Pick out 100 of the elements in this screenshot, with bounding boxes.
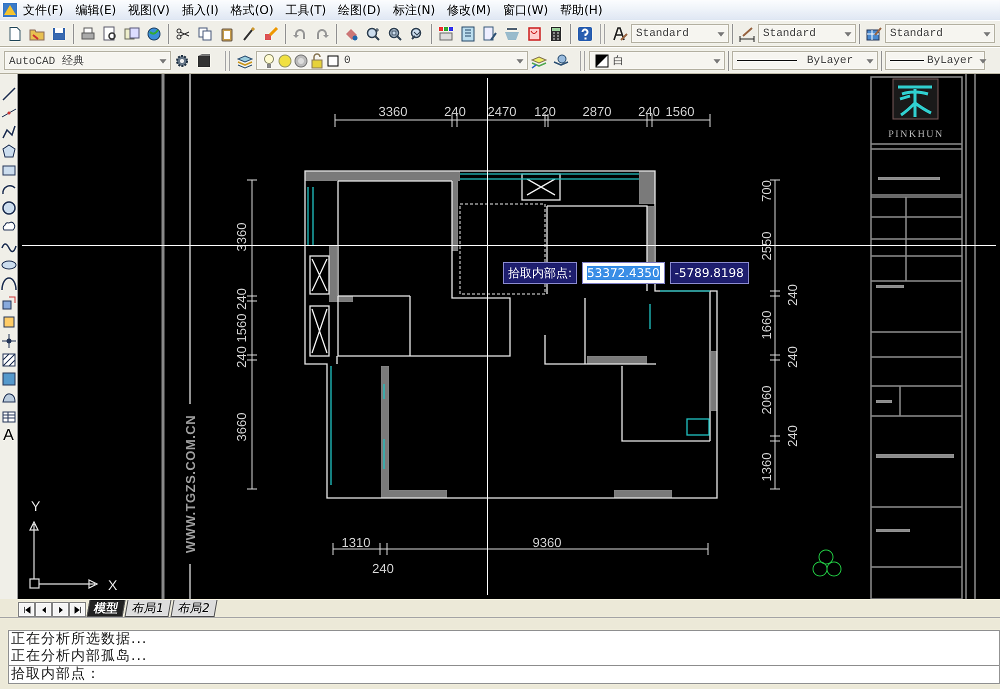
brush-icon (241, 26, 257, 42)
layout-tab[interactable]: 布局2 (170, 600, 217, 617)
application-logo-icon (2, 2, 18, 18)
gear-icon (174, 52, 190, 68)
dimension-label: 1560 (666, 104, 694, 119)
lock-icon (309, 52, 325, 68)
dimension-label: 1360 (759, 452, 774, 482)
first-arrow-icon (22, 604, 32, 614)
printer-icon (80, 26, 96, 42)
globe-icon (146, 26, 162, 42)
dimension-label: 700 (759, 180, 774, 202)
dimension-label: 3660 (234, 412, 249, 442)
brand-label: PINKHUN (888, 129, 944, 140)
question-mark-icon (577, 26, 593, 42)
cloud-sheet-icon (526, 26, 542, 42)
lightbulb-icon (261, 52, 277, 68)
circle-tool-button[interactable] (0, 200, 16, 216)
menu-item[interactable]: 工具(T) (280, 2, 334, 18)
point-tool-button[interactable] (0, 333, 16, 349)
first-layout-button[interactable] (18, 602, 35, 617)
menu-item[interactable]: 修改(M) (442, 2, 498, 18)
color-dropdown[interactable]: 白 (589, 51, 725, 70)
menu-item[interactable]: 标注(N) (388, 2, 442, 18)
clipboard-icon (219, 26, 235, 42)
next-layout-button[interactable] (52, 602, 69, 617)
north-symbol-icon (812, 550, 842, 576)
circle-icon (0, 200, 16, 216)
block-tool-button[interactable] (0, 295, 16, 311)
previous-layout-button[interactable] (35, 602, 52, 617)
command-history-line: 正在分析内部孤岛... (10, 648, 148, 665)
workspace-dropdown[interactable]: AutoCAD 经典 (4, 51, 171, 70)
frame-text: WWW.TGZS.COM.CN (183, 414, 198, 554)
menu-item[interactable]: 帮助(H) (555, 2, 610, 18)
layer-dropdown[interactable]: 0 (256, 51, 528, 70)
menu-item[interactable]: 窗口(W) (498, 2, 556, 18)
text-tool-button[interactable]: A (3, 428, 14, 444)
menu-item[interactable]: 插入(I) (176, 2, 226, 18)
dim-bulb-icon (293, 52, 309, 68)
layers-circle-icon (553, 52, 569, 68)
gradient-tool-button[interactable] (0, 371, 16, 387)
block-make-icon (0, 314, 16, 330)
menu-item[interactable]: 视图(V) (123, 2, 177, 18)
menu-item[interactable]: 文件(F) (18, 2, 70, 18)
menu-item[interactable]: 绘图(D) (333, 2, 388, 18)
lineweight-dropdown[interactable]: ByLayer (885, 51, 985, 70)
last-layout-button[interactable] (69, 602, 86, 617)
axis-label: Y (31, 498, 40, 514)
layer-color-swatch-icon (325, 52, 341, 68)
y-coordinate-field[interactable]: -5789.8198 (670, 262, 749, 284)
logo-icon (892, 78, 938, 120)
zoom-window-icon (387, 26, 403, 42)
dimension-label: 1310 (342, 535, 370, 550)
dimension-label: 3360 (378, 104, 408, 119)
dimension-label: 120 (534, 104, 556, 119)
table-style-dropdown[interactable]: Standard (885, 24, 995, 43)
dimension-style-dropdown[interactable]: Standard (758, 24, 856, 43)
dimension-label: 240 (638, 104, 660, 119)
menu-item[interactable]: 格式(O) (226, 2, 281, 18)
line-tool-button[interactable] (0, 86, 16, 102)
dimension-label: 2470 (488, 104, 516, 119)
dim-pen-icon (739, 26, 755, 42)
zoom-plus-icon (365, 26, 381, 42)
pen-letter-icon (612, 26, 628, 42)
layers-icon (237, 52, 253, 68)
ellipse-arc-tool-button[interactable] (0, 276, 16, 292)
gradient-icon (0, 371, 16, 387)
ellipse-arc-icon (0, 276, 16, 292)
magnifier-page-icon (102, 26, 118, 42)
linetype-dropdown[interactable]: ByLayer (732, 51, 878, 70)
menu-item[interactable]: 编辑(E) (70, 2, 124, 18)
polygon-tool-button[interactable] (0, 143, 16, 159)
dimension-label: 240 (234, 288, 249, 310)
dimension-label: 240 (785, 425, 800, 447)
sun-icon (277, 52, 293, 68)
block-frame-icon (196, 52, 212, 68)
polygon-icon (0, 143, 16, 159)
axis-label: X (108, 577, 118, 593)
panel-grid-icon (460, 26, 476, 42)
command-prompt-field[interactable]: 拾取内部点： (9, 665, 999, 683)
last-arrow-icon (72, 604, 82, 614)
polyline-tool-button[interactable] (0, 124, 16, 140)
dimension-label: 9360 (532, 535, 562, 550)
dimension-label: 2550 (759, 232, 774, 260)
stacked-sheets-icon (124, 26, 140, 42)
hatch-icon (0, 352, 16, 368)
table-tool-button[interactable] (0, 409, 16, 425)
text-style-dropdown[interactable]: Standard (631, 24, 729, 43)
page-pen-icon (482, 26, 498, 42)
ucs-axes-icon (29, 520, 98, 589)
match-brush-icon (263, 26, 279, 42)
line-icon (0, 86, 16, 102)
layout-tab[interactable]: 模型 (86, 600, 126, 617)
dimension-label: 1660 (759, 310, 774, 340)
block-make-tool-button[interactable] (0, 314, 16, 330)
dynamic-input-prompt: 拾取内部点: (503, 262, 578, 284)
dimension-label: 1560 (234, 314, 249, 342)
hatch-tool-button[interactable] (0, 352, 16, 368)
copy-sheets-icon (197, 26, 213, 42)
dimension-label: 2870 (582, 104, 612, 119)
layout-tab[interactable]: 布局1 (124, 600, 172, 617)
